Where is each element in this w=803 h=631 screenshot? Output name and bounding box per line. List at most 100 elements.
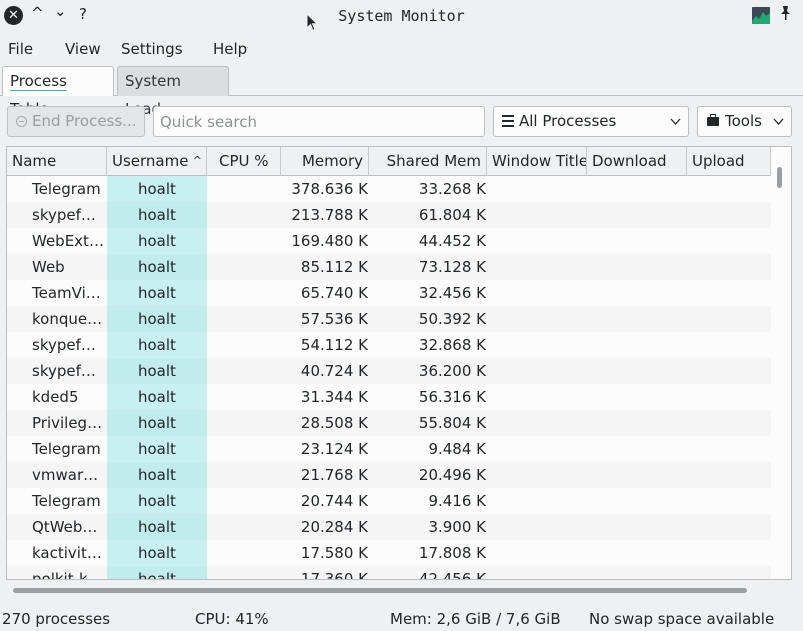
end-process-icon: [16, 116, 27, 127]
cell-name: kactivit…: [32, 544, 102, 562]
cell-cpu: [207, 358, 281, 384]
cell-shared-mem: 32.868 K: [418, 336, 486, 354]
sort-ascending-icon: ^: [192, 154, 202, 167]
cell-name: TeamVi…: [32, 284, 101, 302]
column-header-shared-mem[interactable]: Shared Mem: [369, 147, 487, 176]
column-header-name[interactable]: Name: [7, 147, 107, 176]
cell-cpu: [207, 254, 281, 280]
cell-memory: 20.744 K: [300, 492, 368, 510]
process-filter-value: All Processes: [519, 112, 617, 130]
column-header-upload[interactable]: Upload: [687, 147, 771, 176]
table-row[interactable]: skypef… hoalt 54.112 K 32.868 K: [7, 332, 771, 358]
cell-cpu: [207, 280, 281, 306]
column-header-cpu[interactable]: CPU %: [207, 147, 281, 176]
cell-username: hoalt: [107, 280, 207, 306]
app-icon: [752, 7, 770, 24]
table-row[interactable]: Telegram hoalt 23.124 K 9.484 K: [7, 436, 771, 462]
quick-search-input[interactable]: [153, 106, 485, 137]
cell-memory: 85.112 K: [300, 258, 368, 276]
table-row[interactable]: konque… hoalt 57.536 K 50.392 K: [7, 306, 771, 332]
end-process-button[interactable]: End Process...: [7, 106, 145, 137]
tab-process-table[interactable]: Process Table: [2, 66, 114, 119]
table-row[interactable]: QtWeb… hoalt 20.284 K 3.900 K: [7, 514, 771, 540]
cell-name: Web: [32, 258, 65, 276]
cell-username: hoalt: [107, 488, 207, 514]
table-row[interactable]: Telegram hoalt 378.636 K 33.268 K: [7, 176, 771, 202]
tab-system-load[interactable]: System Load: [117, 66, 229, 118]
table-row[interactable]: TeamVi… hoalt 65.740 K 32.456 K: [7, 280, 771, 306]
table-row[interactable]: kded5 hoalt 31.344 K 56.316 K: [7, 384, 771, 410]
title-bar: ✕ ^ ⌄ ? System Monitor: [0, 0, 803, 32]
cell-name: Telegram: [32, 440, 101, 458]
status-process-count: 270 processes: [2, 610, 111, 628]
menu-file[interactable]: File: [8, 40, 33, 58]
cell-shared-mem: 42.456 K: [418, 570, 486, 580]
mouse-cursor-icon: [306, 13, 318, 32]
cell-username: hoalt: [107, 540, 207, 566]
cell-name: skypef…: [32, 206, 96, 224]
table-row[interactable]: vmwar… hoalt 21.768 K 20.496 K: [7, 462, 771, 488]
vertical-scrollbar[interactable]: [777, 167, 782, 188]
cell-memory: 57.536 K: [300, 310, 368, 328]
menu-view[interactable]: View: [65, 40, 101, 58]
cell-username: hoalt: [107, 410, 207, 436]
cell-shared-mem: 9.484 K: [428, 440, 486, 458]
cell-shared-mem: 44.452 K: [418, 232, 486, 250]
cell-memory: 213.788 K: [291, 206, 368, 224]
cell-cpu: [207, 202, 281, 228]
pin-icon[interactable]: [779, 5, 792, 25]
table-row[interactable]: Privileg… hoalt 28.508 K 55.804 K: [7, 410, 771, 436]
cell-name: vmwar…: [32, 466, 99, 484]
process-table: Name Username ^ CPU % Memory Shared Mem …: [6, 146, 792, 580]
cell-username: hoalt: [107, 228, 207, 254]
column-header-username-label: Username: [112, 152, 189, 170]
cell-memory: 17.580 K: [300, 544, 368, 562]
tools-menu-button[interactable]: Tools: [697, 106, 792, 137]
cell-memory: 28.508 K: [300, 414, 368, 432]
cell-username: hoalt: [107, 254, 207, 280]
cell-memory: 378.636 K: [291, 180, 368, 198]
table-row[interactable]: skypef… hoalt 213.788 K 61.804 K: [7, 202, 771, 228]
cell-username: hoalt: [107, 358, 207, 384]
table-row[interactable]: Telegram hoalt 20.744 K 9.416 K: [7, 488, 771, 514]
cell-cpu: [207, 540, 281, 566]
horizontal-scrollbar[interactable]: [13, 588, 747, 593]
process-filter-select[interactable]: All Processes: [493, 106, 689, 137]
cell-memory: 21.768 K: [300, 466, 368, 484]
cell-memory: 20.284 K: [300, 518, 368, 536]
cell-username: hoalt: [107, 436, 207, 462]
column-header-username[interactable]: Username ^: [107, 147, 207, 176]
status-memory: Mem: 2,6 GiB / 7,6 GiB: [390, 610, 561, 628]
table-row[interactable]: WebExt… hoalt 169.480 K 44.452 K: [7, 228, 771, 254]
cell-cpu: [207, 176, 281, 202]
table-row[interactable]: skypef… hoalt 40.724 K 36.200 K: [7, 358, 771, 384]
menu-settings[interactable]: Settings: [121, 40, 183, 58]
menu-help[interactable]: Help: [213, 40, 247, 58]
status-swap: No swap space available: [589, 610, 775, 628]
table-row[interactable]: polkit-k… hoalt 17.360 K 42.456 K: [7, 566, 771, 580]
cell-shared-mem: 3.900 K: [428, 518, 486, 536]
cell-username: hoalt: [107, 514, 207, 540]
cell-shared-mem: 9.416 K: [428, 492, 486, 510]
table-row[interactable]: Web hoalt 85.112 K 73.128 K: [7, 254, 771, 280]
cell-username: hoalt: [107, 306, 207, 332]
cell-name: kded5: [32, 388, 79, 406]
cell-username: hoalt: [107, 566, 207, 579]
cell-shared-mem: 55.804 K: [418, 414, 486, 432]
column-header-download[interactable]: Download: [587, 147, 687, 176]
cell-shared-mem: 73.128 K: [418, 258, 486, 276]
tools-label: Tools: [725, 112, 762, 130]
cell-memory: 31.344 K: [300, 388, 368, 406]
cell-shared-mem: 17.808 K: [418, 544, 486, 562]
column-header-window-title[interactable]: Window Title: [487, 147, 587, 176]
status-cpu: CPU: 41%: [195, 610, 269, 628]
column-header-memory[interactable]: Memory: [281, 147, 369, 176]
cell-memory: 169.480 K: [291, 232, 368, 250]
cell-memory: 23.124 K: [300, 440, 368, 458]
cell-name: WebExt…: [32, 232, 104, 250]
chevron-down-icon: [670, 107, 681, 147]
cell-cpu: [207, 306, 281, 332]
table-row[interactable]: kactivit… hoalt 17.580 K 17.808 K: [7, 540, 771, 566]
cell-name: Telegram: [32, 492, 101, 510]
cell-shared-mem: 50.392 K: [418, 310, 486, 328]
